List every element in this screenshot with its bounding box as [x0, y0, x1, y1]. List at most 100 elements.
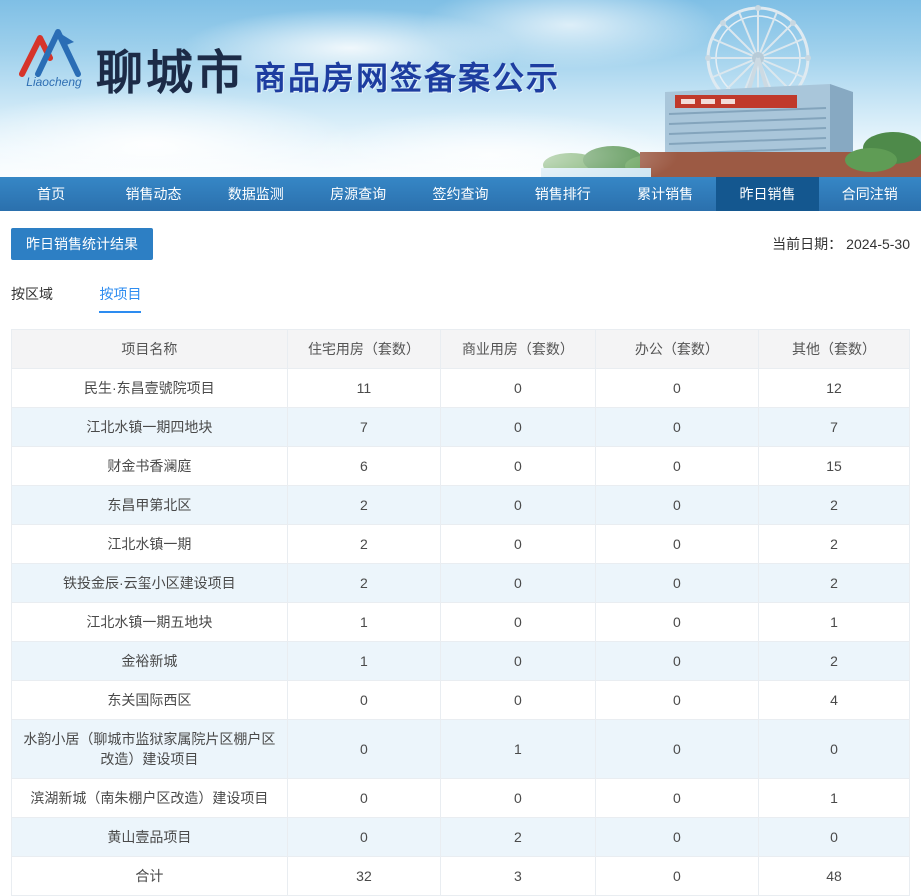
other-count-cell: 0 — [758, 719, 910, 779]
table-row: 民生·东昌壹號院项目 11 0 0 12 — [11, 368, 910, 408]
view-tabs: 按区域 按项目 — [11, 284, 910, 313]
table-row: 金裕新城 1 0 0 2 — [11, 641, 910, 681]
office-count-cell: 0 — [594, 641, 760, 681]
residential-count-cell: 0 — [286, 719, 442, 779]
commercial-count-cell: 0 — [440, 602, 596, 642]
project-name-cell: 滨湖新城（南朱棚户区改造）建设项目 — [11, 778, 288, 818]
project-name-cell: 水韵小居（聊城市监狱家属院片区棚户区改造）建设项目 — [11, 719, 288, 779]
project-name-cell: 东昌甲第北区 — [11, 485, 288, 525]
current-date-value: 2024-5-30 — [846, 236, 910, 252]
office-count-cell: 0 — [594, 680, 760, 720]
section-head-row: 昨日销售统计结果 当前日期： 2024-5-30 — [11, 228, 910, 260]
project-name-cell: 合计 — [11, 856, 288, 896]
nav-item-cumulative-sales[interactable]: 累计销售 — [614, 177, 716, 211]
site-title-text: 商品房网签备案公示 — [254, 60, 561, 96]
office-count-cell: 0 — [594, 856, 760, 896]
other-count-cell: 1 — [758, 602, 910, 642]
project-name-cell: 黄山壹品项目 — [11, 817, 288, 857]
table-row: 水韵小居（聊城市监狱家属院片区棚户区改造）建设项目 0 1 0 0 — [11, 719, 910, 779]
logo-script-text: Liaocheng — [26, 75, 82, 89]
sales-table: 项目名称 住宅用房（套数） 商业用房（套数） 办公（套数） 其他（套数） 民生·… — [11, 329, 910, 896]
residential-count-cell: 2 — [286, 563, 442, 603]
project-name-cell: 江北水镇一期 — [11, 524, 288, 564]
office-count-cell: 0 — [594, 719, 760, 779]
commercial-count-cell: 0 — [440, 446, 596, 486]
commercial-count-cell: 2 — [440, 817, 596, 857]
table-body: 民生·东昌壹號院项目 11 0 0 12 江北水镇一期四地块 7 0 0 7 财… — [11, 368, 910, 896]
office-count-cell: 0 — [594, 407, 760, 447]
commercial-count-cell: 0 — [440, 641, 596, 681]
nav-item-housing-search[interactable]: 房源查询 — [307, 177, 409, 211]
other-count-cell: 15 — [758, 446, 910, 486]
other-count-cell: 12 — [758, 368, 910, 408]
other-count-cell: 1 — [758, 778, 910, 818]
project-name-cell: 铁投金辰·云玺小区建设项目 — [11, 563, 288, 603]
commercial-count-cell: 3 — [440, 856, 596, 896]
commercial-count-cell: 0 — [440, 563, 596, 603]
nav-item-data-monitor[interactable]: 数据监测 — [205, 177, 307, 211]
other-count-cell: 2 — [758, 524, 910, 564]
other-count-cell: 7 — [758, 407, 910, 447]
project-name-cell: 江北水镇一期四地块 — [11, 407, 288, 447]
office-count-cell: 0 — [594, 817, 760, 857]
sales-table-container: 项目名称 住宅用房（套数） 商业用房（套数） 办公（套数） 其他（套数） 民生·… — [11, 329, 910, 896]
commercial-count-cell: 0 — [440, 524, 596, 564]
commercial-count-cell: 0 — [440, 778, 596, 818]
other-count-cell: 2 — [758, 563, 910, 603]
commercial-count-cell: 0 — [440, 680, 596, 720]
nav-item-yesterday-sales[interactable]: 昨日销售 — [716, 177, 819, 211]
commercial-count-cell: 1 — [440, 719, 596, 779]
banner-scene-illustration — [541, 5, 921, 177]
table-header-row: 项目名称 住宅用房（套数） 商业用房（套数） 办公（套数） 其他（套数） — [11, 329, 910, 369]
residential-count-cell: 0 — [286, 778, 442, 818]
office-count-cell: 0 — [594, 368, 760, 408]
section-title-badge: 昨日销售统计结果 — [11, 228, 153, 260]
residential-count-cell: 11 — [286, 368, 442, 408]
table-row: 黄山壹品项目 0 2 0 0 — [11, 817, 910, 857]
nav-item-contract-cancel[interactable]: 合同注销 — [819, 177, 921, 211]
nav-item-contract-search[interactable]: 签约查询 — [409, 177, 511, 211]
table-row: 江北水镇一期 2 0 0 2 — [11, 524, 910, 564]
tab-by-region[interactable]: 按区域 — [11, 284, 53, 313]
main-content: 昨日销售统计结果 当前日期： 2024-5-30 按区域 按项目 项目名称 住宅用… — [0, 228, 921, 896]
nav-item-sales-ranking[interactable]: 销售排行 — [512, 177, 614, 211]
table-row: 江北水镇一期五地块 1 0 0 1 — [11, 602, 910, 642]
header-banner: Liaocheng 聊城市 商品房网签备案公示 — [0, 0, 921, 177]
project-name-cell: 民生·东昌壹號院项目 — [11, 368, 288, 408]
residential-count-cell: 1 — [286, 641, 442, 681]
commercial-count-cell: 0 — [440, 485, 596, 525]
site-title-row: 聊城市 商品房网签备案公示 — [96, 34, 560, 103]
residential-count-cell: 32 — [286, 856, 442, 896]
residential-count-cell: 0 — [286, 680, 442, 720]
col-header-residential-units: 住宅用房（套数） — [286, 329, 442, 369]
project-name-cell: 东关国际西区 — [11, 680, 288, 720]
other-count-cell: 48 — [758, 856, 910, 896]
nav-item-home[interactable]: 首页 — [0, 177, 102, 211]
other-count-cell: 2 — [758, 485, 910, 525]
other-count-cell: 4 — [758, 680, 910, 720]
residential-count-cell: 2 — [286, 485, 442, 525]
nav-item-sales-dynamics[interactable]: 销售动态 — [102, 177, 204, 211]
office-count-cell: 0 — [594, 778, 760, 818]
col-header-project-name: 项目名称 — [11, 329, 288, 369]
residential-count-cell: 7 — [286, 407, 442, 447]
office-count-cell: 0 — [594, 446, 760, 486]
project-name-cell: 财金书香澜庭 — [11, 446, 288, 486]
office-count-cell: 0 — [594, 524, 760, 564]
residential-count-cell: 6 — [286, 446, 442, 486]
logo-mountain-icon — [19, 29, 81, 77]
other-count-cell: 0 — [758, 817, 910, 857]
residential-count-cell: 1 — [286, 602, 442, 642]
office-count-cell: 0 — [594, 485, 760, 525]
col-header-commercial-units: 商业用房（套数） — [440, 329, 596, 369]
residential-count-cell: 0 — [286, 817, 442, 857]
water-strip — [541, 168, 651, 177]
tree-icon — [845, 148, 897, 172]
table-row: 财金书香澜庭 6 0 0 15 — [11, 446, 910, 486]
table-row: 铁投金辰·云玺小区建设项目 2 0 0 2 — [11, 563, 910, 603]
project-name-cell: 金裕新城 — [11, 641, 288, 681]
table-row: 东关国际西区 0 0 0 4 — [11, 680, 910, 720]
col-header-office-units: 办公（套数） — [594, 329, 760, 369]
col-header-other-units: 其他（套数） — [758, 329, 910, 369]
tab-by-project[interactable]: 按项目 — [99, 284, 142, 313]
